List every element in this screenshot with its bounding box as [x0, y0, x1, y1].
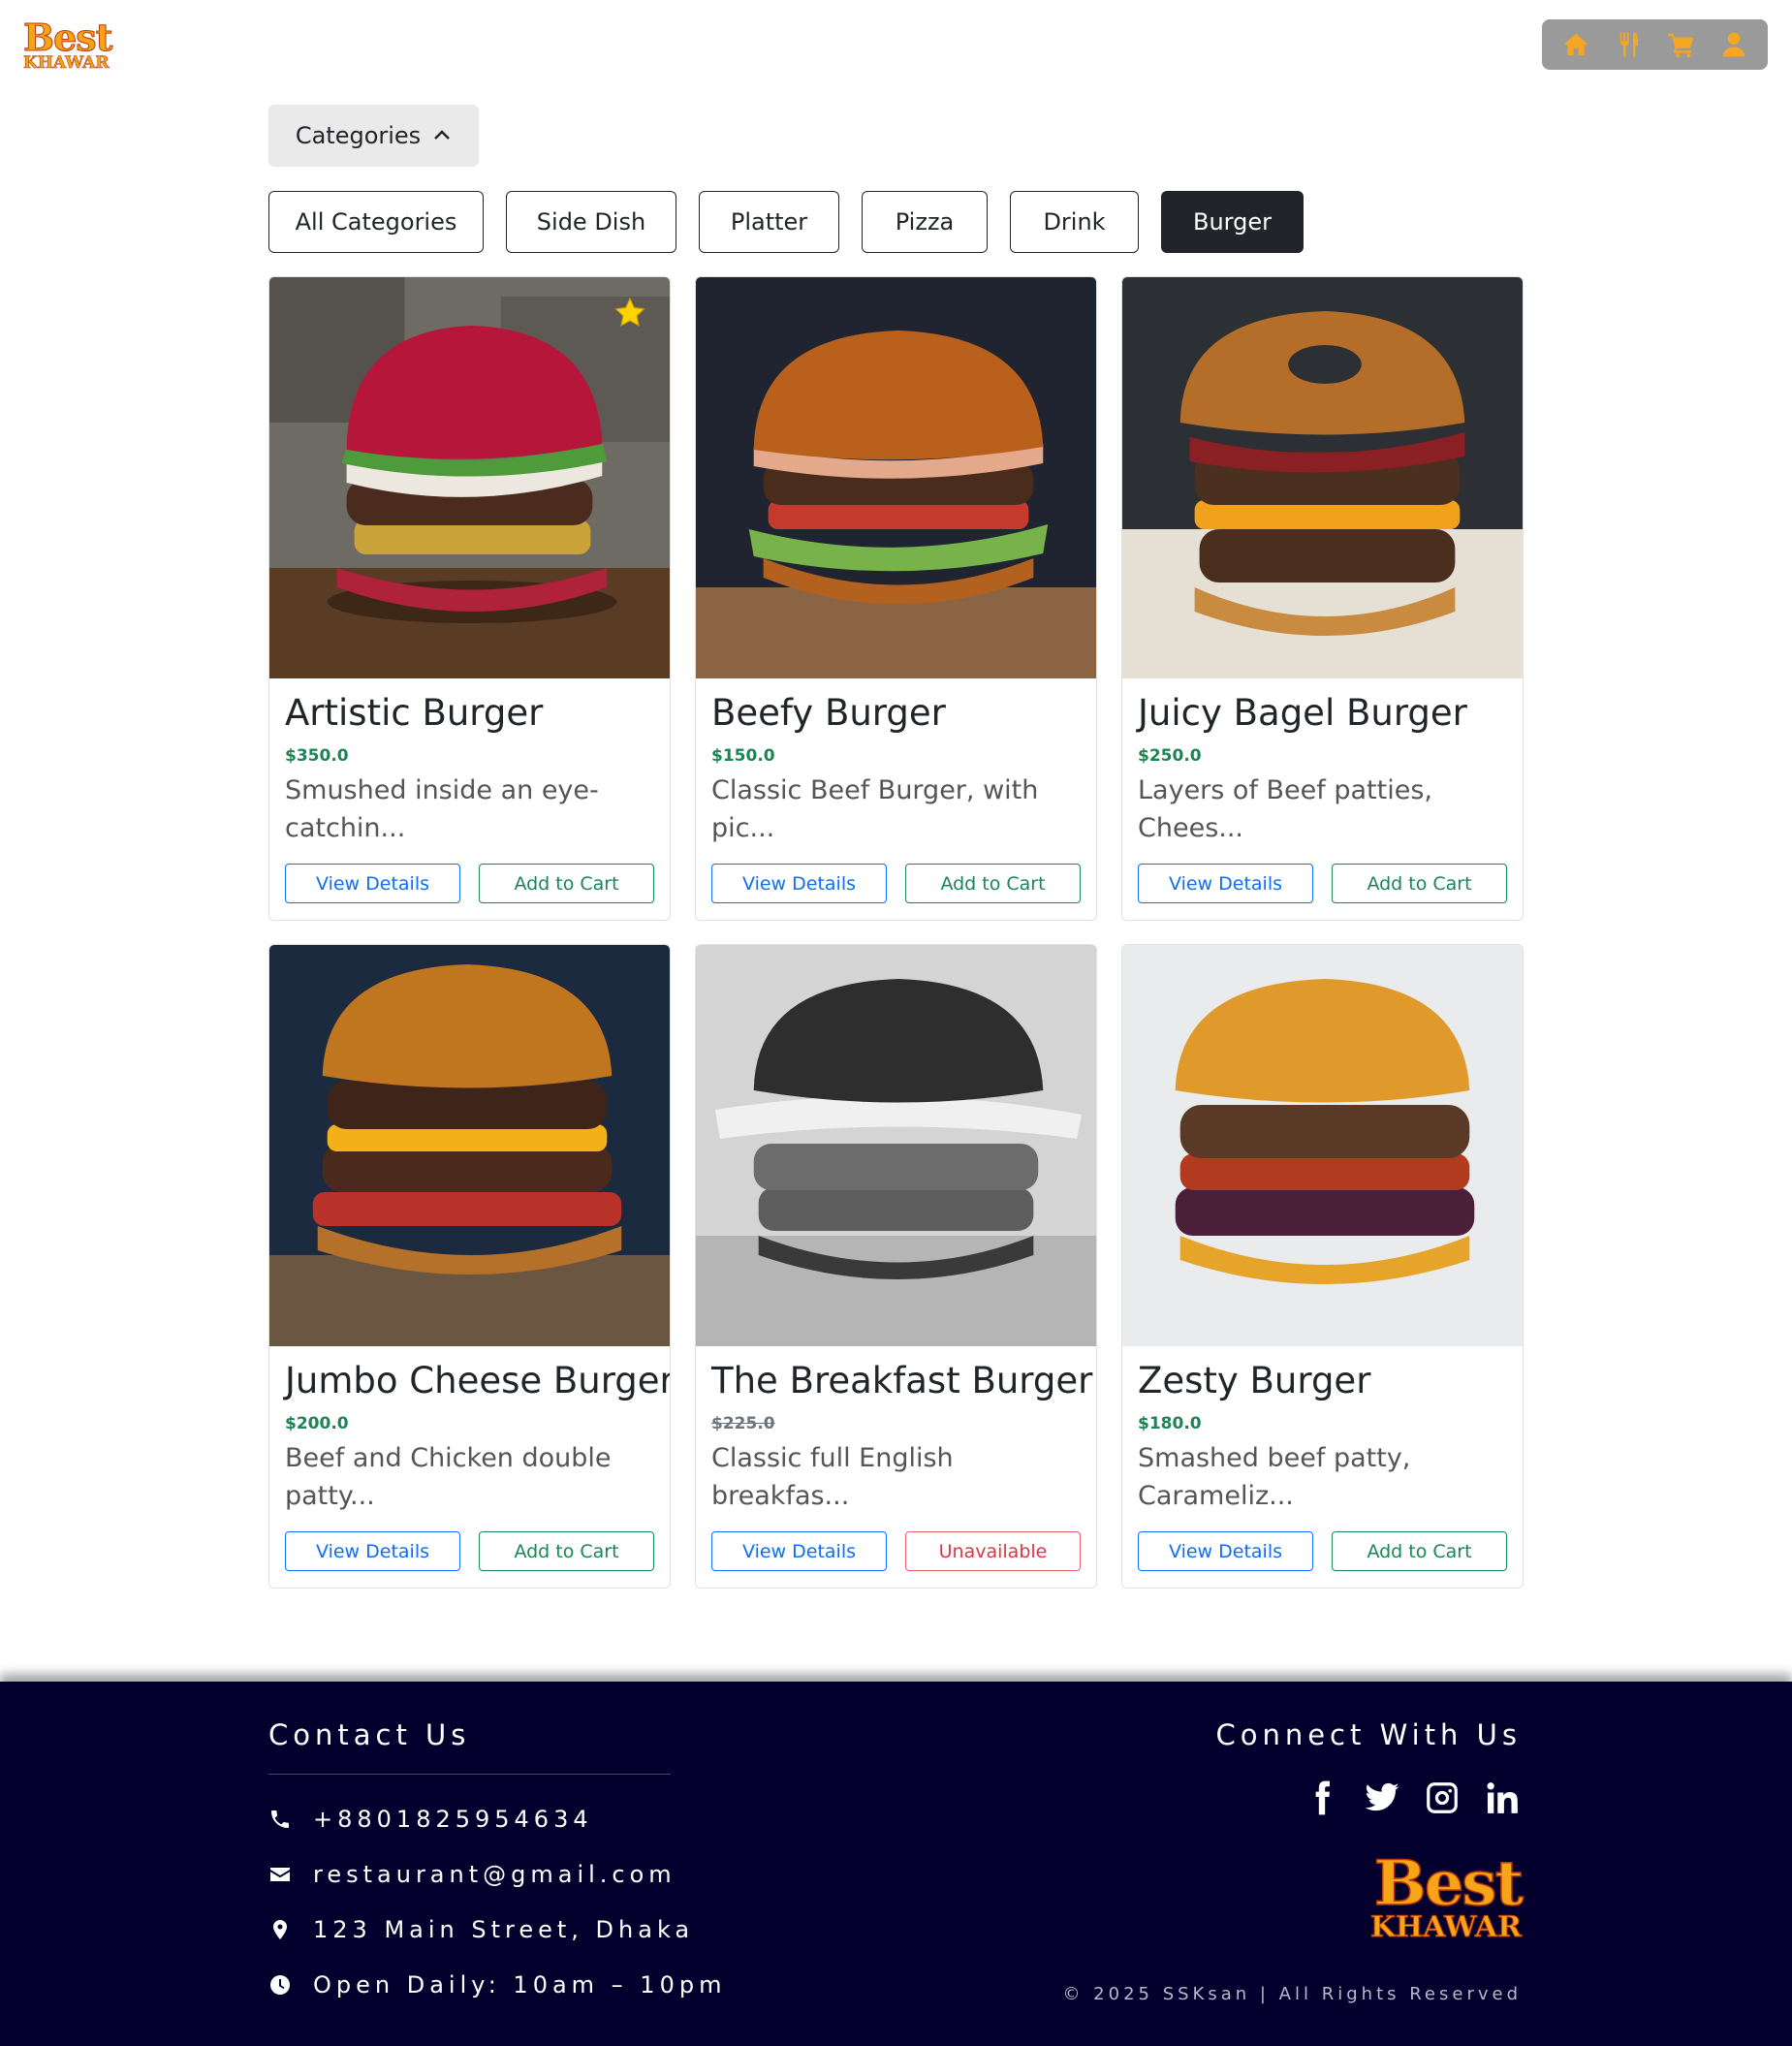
add-to-cart-button[interactable]: Add to Cart	[479, 864, 654, 903]
product-price: $225.0	[711, 1414, 775, 1433]
contact-heading: Contact Us	[268, 1718, 471, 1751]
product-title: The Breakfast Burger	[711, 1360, 1093, 1401]
contact-phone[interactable]: +8801825954634	[268, 1806, 593, 1833]
product-image[interactable]	[696, 277, 1096, 678]
connect-heading: Connect With Us	[1215, 1718, 1522, 1751]
product-price: $250.0	[1138, 746, 1202, 766]
product-image[interactable]	[269, 945, 670, 1346]
product-image[interactable]	[1122, 945, 1523, 1346]
product-card: Artistic Burger $350.0 Smushed inside an…	[268, 276, 671, 921]
product-description: Beef and Chicken double patty...	[285, 1443, 612, 1511]
product-title: Artistic Burger	[285, 692, 544, 734]
filter-burger[interactable]: Burger	[1161, 191, 1304, 253]
add-to-cart-button[interactable]: Add to Cart	[1332, 1531, 1507, 1571]
filter-side-dish[interactable]: Side Dish	[506, 191, 676, 253]
contact-hours: Open Daily: 10am – 10pm	[268, 1971, 726, 1999]
user-icon[interactable]	[1714, 25, 1753, 64]
facebook-icon[interactable]	[1303, 1778, 1341, 1817]
product-title: Jumbo Cheese Burger	[285, 1360, 671, 1401]
product-title: Beefy Burger	[711, 692, 946, 734]
product-card: Beefy Burger $150.0 Classic Beef Burger,…	[695, 276, 1097, 921]
location-pin-icon	[273, 1920, 287, 1939]
logo-line1: Best	[23, 16, 113, 59]
hours-text: Open Daily: 10am – 10pm	[313, 1971, 727, 1999]
phone-icon	[271, 1810, 289, 1828]
contact-email[interactable]: restaurant@gmail.com	[268, 1861, 676, 1888]
product-description: Classic full English breakfas...	[711, 1443, 954, 1511]
product-title: Zesty Burger	[1138, 1360, 1371, 1401]
featured-star-icon	[614, 297, 645, 327]
phone-text: +8801825954634	[313, 1806, 593, 1833]
copyright-text: © 2025 SSKsan | All Rights Reserved	[1062, 1984, 1522, 2004]
category-filters: All Categories Side Dish Platter Pizza D…	[268, 191, 1304, 253]
twitter-icon[interactable]	[1363, 1778, 1401, 1817]
view-details-button[interactable]: View Details	[285, 864, 460, 903]
address-text: 123 Main Street, Dhaka	[313, 1916, 695, 1943]
product-title: Juicy Bagel Burger	[1138, 692, 1467, 734]
categories-toggle-label: Categories	[295, 122, 422, 149]
clock-icon	[270, 1975, 290, 1995]
product-price: $350.0	[285, 746, 349, 766]
product-price: $150.0	[711, 746, 775, 766]
instagram-icon[interactable]	[1423, 1778, 1462, 1817]
view-details-button[interactable]: View Details	[711, 864, 887, 903]
add-to-cart-button[interactable]: Add to Cart	[479, 1531, 654, 1571]
linkedin-icon[interactable]	[1483, 1778, 1522, 1817]
footer-logo[interactable]: Best KHAWAR	[1367, 1847, 1525, 1944]
logo-line2: KHAWAR	[23, 53, 110, 73]
footer-logo-line1: Best	[1373, 1847, 1525, 1920]
add-to-cart-button[interactable]: Add to Cart	[1332, 864, 1507, 903]
chevron-up-icon	[434, 130, 451, 140]
view-details-button[interactable]: View Details	[1138, 1531, 1313, 1571]
product-description: Layers of Beef patties, Chees...	[1138, 775, 1432, 843]
product-description: Smashed beef patty, Carameliz...	[1138, 1443, 1411, 1511]
footer-logo-line2: KHAWAR	[1369, 1910, 1522, 1944]
product-card: The Breakfast Burger $225.0 Classic full…	[695, 944, 1097, 1589]
product-card: Jumbo Cheese Burger $200.0 Beef and Chic…	[268, 944, 671, 1589]
filter-platter[interactable]: Platter	[699, 191, 839, 253]
product-price: $180.0	[1138, 1414, 1202, 1433]
categories-toggle-button[interactable]: Categories	[268, 105, 479, 167]
top-navigation	[1542, 19, 1768, 70]
home-icon[interactable]	[1556, 25, 1595, 64]
add-to-cart-button[interactable]: Add to Cart	[905, 864, 1081, 903]
filter-drink[interactable]: Drink	[1010, 191, 1139, 253]
product-image[interactable]	[696, 945, 1096, 1346]
product-price: $200.0	[285, 1414, 349, 1433]
view-details-button[interactable]: View Details	[285, 1531, 460, 1571]
view-details-button[interactable]: View Details	[1138, 864, 1313, 903]
product-card: Zesty Burger $180.0 Smashed beef patty, …	[1121, 944, 1524, 1589]
filter-all-categories[interactable]: All Categories	[268, 191, 484, 253]
product-image[interactable]	[269, 277, 670, 678]
product-description: Classic Beef Burger, with pic...	[711, 775, 1039, 843]
contact-address: 123 Main Street, Dhaka	[268, 1916, 694, 1943]
product-card: Juicy Bagel Burger $250.0 Layers of Beef…	[1121, 276, 1524, 921]
utensils-icon[interactable]	[1609, 25, 1648, 64]
social-links	[1303, 1778, 1522, 1817]
product-description: Smushed inside an eye-catchin...	[285, 775, 599, 843]
site-footer: Contact Us +8801825954634 restaurant@gma…	[0, 1682, 1792, 2046]
cart-icon[interactable]	[1662, 25, 1701, 64]
email-text: restaurant@gmail.com	[313, 1861, 676, 1888]
footer-divider	[268, 1774, 671, 1775]
envelope-icon	[270, 1868, 290, 1881]
view-details-button[interactable]: View Details	[711, 1531, 887, 1571]
product-image[interactable]	[1122, 277, 1523, 678]
unavailable-button[interactable]: Unavailable	[905, 1531, 1081, 1571]
brand-logo[interactable]: Best KHAWAR	[23, 16, 113, 73]
filter-pizza[interactable]: Pizza	[862, 191, 988, 253]
